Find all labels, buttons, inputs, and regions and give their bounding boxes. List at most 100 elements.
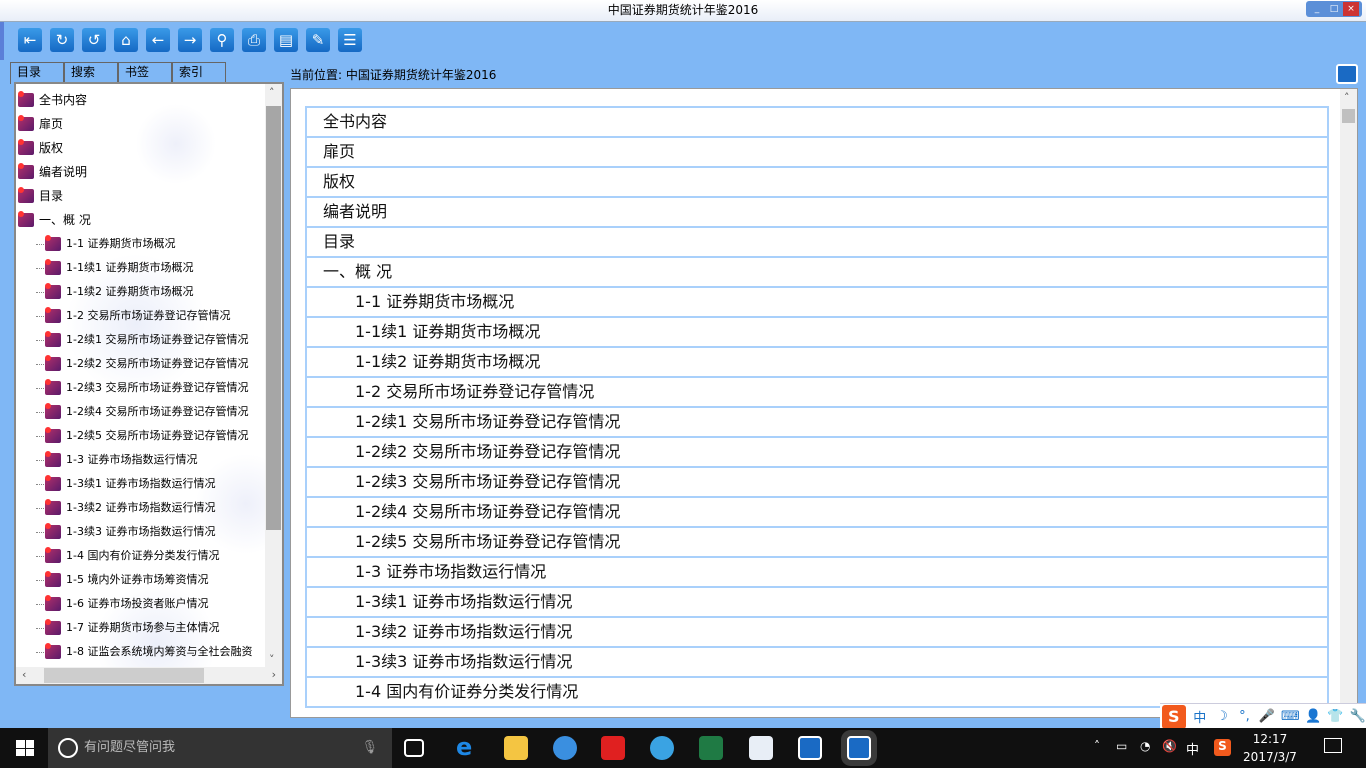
ime-account-icon[interactable]: 👤	[1305, 709, 1321, 724]
volume-muted-icon[interactable]: 🔇	[1162, 739, 1177, 753]
tree-item[interactable]: 一、概 况	[18, 208, 91, 232]
scroll-thumb[interactable]	[1342, 109, 1355, 123]
content-row[interactable]: 1-1续2 证券期货市场概况	[305, 348, 1329, 378]
tree-item[interactable]: 1-2续3 交易所市场证券登记存管情况	[36, 376, 248, 400]
tree-item[interactable]: 1-1续1 证券期货市场概况	[36, 256, 193, 280]
tab-search[interactable]: 搜索	[64, 62, 118, 82]
tree-item[interactable]: 扉页	[18, 112, 63, 136]
tree-item[interactable]: 1-2续5 交易所市场证券登记存管情况	[36, 424, 248, 448]
content-scrollbar[interactable]: ˄˅	[1340, 89, 1357, 717]
tab-index[interactable]: 索引	[172, 62, 226, 82]
print-icon[interactable]: ⎙	[242, 28, 266, 52]
tree-item[interactable]: 1-7 证券期货市场参与主体情况	[36, 616, 219, 640]
file-explorer-icon[interactable]	[504, 736, 528, 760]
tab-contents[interactable]: 目录	[10, 62, 64, 84]
scroll-left-icon[interactable]: ‹	[22, 668, 26, 681]
content-row[interactable]: 目录	[305, 228, 1329, 258]
content-row[interactable]: 1-3续1 证券市场指数运行情况	[305, 588, 1329, 618]
maximize-button[interactable]: □	[1326, 2, 1342, 16]
forward-icon[interactable]: →	[178, 28, 202, 52]
tree-item[interactable]: 1-2 交易所市场证券登记存管情况	[36, 304, 230, 328]
ebook-reader-active-icon[interactable]	[847, 736, 871, 760]
tree-item[interactable]: 1-3续1 证券市场指数运行情况	[36, 472, 215, 496]
content-row[interactable]: 版权	[305, 168, 1329, 198]
scroll-thumb[interactable]	[266, 106, 281, 530]
tree-item[interactable]: 编者说明	[18, 160, 87, 184]
content-row[interactable]: 1-1 证券期货市场概况	[305, 288, 1329, 318]
find-icon[interactable]: ☰	[338, 28, 362, 52]
ebook-reader-icon[interactable]	[798, 736, 822, 760]
scroll-right-icon[interactable]: ›	[272, 668, 276, 681]
content-row[interactable]: 1-2续4 交易所市场证券登记存管情况	[305, 498, 1329, 528]
content-row[interactable]: 一、概 况	[305, 258, 1329, 288]
ime-punctuation-icon[interactable]: °,	[1236, 709, 1252, 724]
search-box[interactable]: 有问题尽管问我 🎙	[48, 728, 392, 768]
search-icon[interactable]: ⚲	[210, 28, 234, 52]
ime-keyboard-icon[interactable]: ⌨	[1281, 709, 1300, 724]
windows-start-icon[interactable]	[16, 740, 34, 756]
clock[interactable]: 12:17 2017/3/7	[1240, 730, 1300, 766]
content-row[interactable]: 1-2 交易所市场证券登记存管情况	[305, 378, 1329, 408]
ime-voice-icon[interactable]: 🎤	[1259, 709, 1275, 724]
content-row[interactable]: 1-2续2 交易所市场证券登记存管情况	[305, 438, 1329, 468]
bookmark-icon[interactable]: ✎	[306, 28, 330, 52]
content-row[interactable]: 编者说明	[305, 198, 1329, 228]
notes-icon[interactable]: ▤	[274, 28, 298, 52]
tree-item[interactable]: 全书内容	[18, 88, 87, 112]
tree-item[interactable]: 1-5 境内外证券市场筹资情况	[36, 568, 208, 592]
tree-item[interactable]: 版权	[18, 136, 63, 160]
reload-icon[interactable]: ↺	[82, 28, 106, 52]
ime-chinese-mode-icon[interactable]: 中	[1192, 707, 1208, 726]
tree-item[interactable]: 1-1 证券期货市场概况	[36, 232, 175, 256]
sogou-tray-icon[interactable]: S	[1214, 739, 1231, 756]
scroll-thumb[interactable]	[44, 668, 204, 683]
content-row[interactable]: 1-2续1 交易所市场证券登记存管情况	[305, 408, 1329, 438]
content-row[interactable]: 1-1续1 证券期货市场概况	[305, 318, 1329, 348]
view-toggle-icon[interactable]	[1336, 64, 1358, 84]
tree-item[interactable]: 1-2续2 交易所市场证券登记存管情况	[36, 352, 248, 376]
content-row[interactable]: 全书内容	[305, 108, 1329, 138]
input-language[interactable]: 中	[1186, 739, 1199, 758]
tray-expand-icon[interactable]: ˄	[1094, 739, 1100, 753]
content-row[interactable]: 1-2续3 交易所市场证券登记存管情况	[305, 468, 1329, 498]
microphone-icon[interactable]: 🎙	[361, 728, 378, 768]
tab-bookmarks[interactable]: 书签	[118, 62, 172, 82]
notification-icon[interactable]	[1324, 738, 1342, 753]
tree-vertical-scrollbar[interactable]: ˄ ˅	[265, 84, 282, 668]
baidu-cloud-icon[interactable]	[650, 736, 674, 760]
minimize-button[interactable]: _	[1309, 2, 1325, 16]
content-row[interactable]: 扉页	[305, 138, 1329, 168]
tree-item[interactable]: 1-2续4 交易所市场证券登记存管情况	[36, 400, 248, 424]
tree-item[interactable]: 1-1续2 证券期货市场概况	[36, 280, 193, 304]
scroll-down-icon[interactable]: ˅	[269, 653, 275, 666]
tree-item[interactable]: 1-6 证券市场投资者账户情况	[36, 592, 208, 616]
task-view-icon[interactable]	[404, 739, 424, 757]
scroll-up-icon[interactable]: ˄	[1344, 91, 1350, 104]
tree-horizontal-scrollbar[interactable]: ‹ ›	[16, 667, 282, 684]
netease-music-icon[interactable]	[601, 736, 625, 760]
excel-icon[interactable]	[699, 736, 723, 760]
tree-item[interactable]: 1-4 国内有价证券分类发行情况	[36, 544, 219, 568]
app-window-icon[interactable]	[749, 736, 773, 760]
tree-item[interactable]: 1-3 证券市场指数运行情况	[36, 448, 197, 472]
edge-icon[interactable]: e	[456, 735, 480, 760]
content-row[interactable]: 1-2续5 交易所市场证券登记存管情况	[305, 528, 1329, 558]
sogou-browser-icon[interactable]	[553, 736, 577, 760]
ime-halfwidth-icon[interactable]: ☽	[1214, 709, 1230, 724]
tree-item[interactable]: 1-2续1 交易所市场证券登记存管情况	[36, 328, 248, 352]
refresh-icon[interactable]: ↻	[50, 28, 74, 52]
ime-skin-icon[interactable]: 👕	[1327, 709, 1343, 724]
scroll-up-icon[interactable]: ˄	[269, 86, 275, 99]
exit-icon[interactable]: ⇤	[18, 28, 42, 52]
back-icon[interactable]: ←	[146, 28, 170, 52]
close-button[interactable]: ×	[1343, 2, 1359, 16]
ime-settings-icon[interactable]: 🔧	[1350, 709, 1366, 724]
content-row[interactable]: 1-3续2 证券市场指数运行情况	[305, 618, 1329, 648]
tree-item[interactable]: 目录	[18, 184, 63, 208]
wifi-icon[interactable]: ◔	[1140, 739, 1150, 753]
tree-item[interactable]: 1-3续2 证券市场指数运行情况	[36, 496, 215, 520]
tree-item[interactable]: 1-3续3 证券市场指数运行情况	[36, 520, 215, 544]
home-icon[interactable]: ⌂	[114, 28, 138, 52]
sogou-logo[interactable]: S	[1162, 704, 1186, 729]
tree-item[interactable]: 1-8 证监会系统境内筹资与全社会融资	[36, 640, 252, 664]
